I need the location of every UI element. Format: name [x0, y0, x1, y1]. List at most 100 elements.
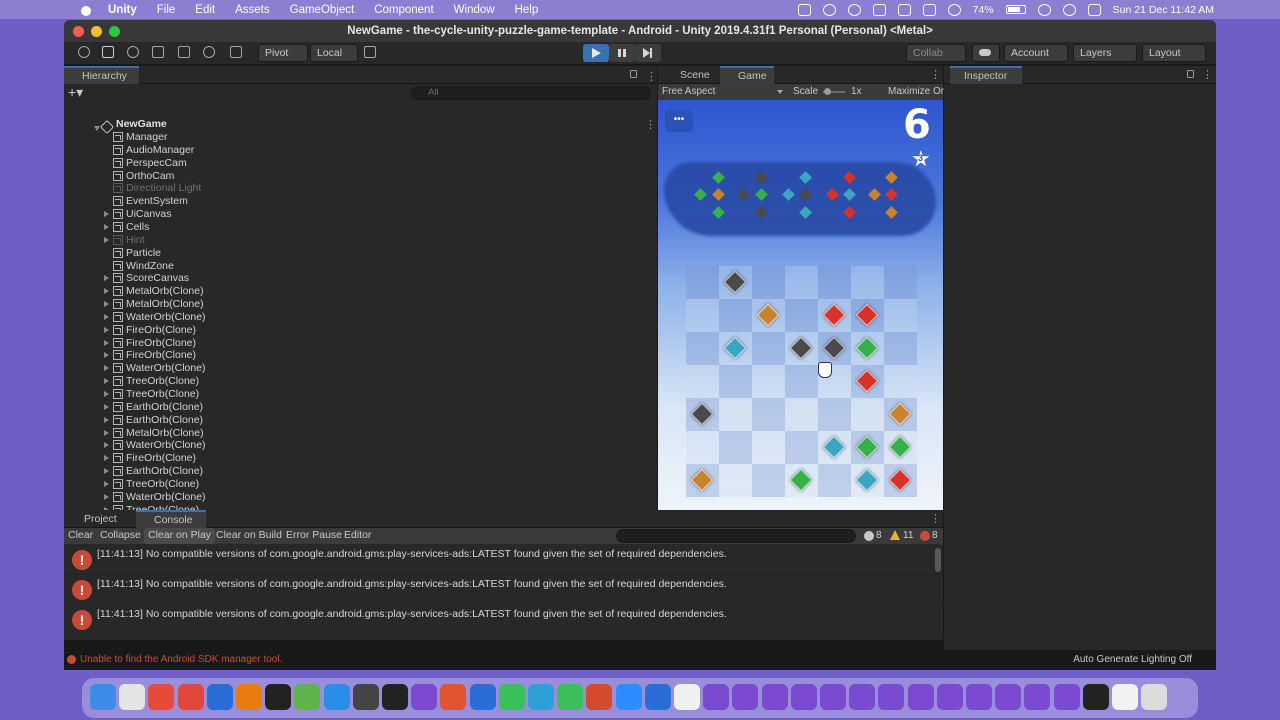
hierarchy-item[interactable]: EarthOrb(Clone)	[64, 414, 657, 427]
expand-arrow-icon[interactable]	[104, 493, 109, 500]
menu-component[interactable]: Component	[374, 4, 433, 16]
hierarchy-item[interactable]: UiCanvas	[64, 208, 657, 221]
trash-dock-icon[interactable]	[1141, 684, 1168, 710]
board-cell[interactable]	[752, 464, 785, 497]
hierarchy-item[interactable]: FireOrb(Clone)	[64, 349, 657, 362]
board-cell[interactable]	[851, 266, 884, 299]
board-cell[interactable]	[686, 266, 719, 299]
warning-count-icon[interactable]	[890, 530, 900, 540]
console-scrollbar[interactable]	[935, 548, 941, 572]
unity-hub-icon[interactable]	[822, 3, 836, 16]
visual-studio-dock-icon[interactable]	[411, 684, 438, 710]
vs-1-dock-icon[interactable]	[703, 684, 730, 710]
console-log-entry[interactable]: ! [11:41:13] No compatible versions of co…	[64, 605, 943, 635]
tab-hierarchy[interactable]: Hierarchy	[64, 66, 139, 84]
hierarchy-item[interactable]: WaterOrb(Clone)	[64, 311, 657, 324]
expand-arrow-icon[interactable]	[104, 223, 109, 230]
hierarchy-item[interactable]: FireOrb(Clone)	[64, 452, 657, 465]
move-tool-icon[interactable]	[102, 46, 114, 58]
hierarchy-item[interactable]: ScoreCanvas	[64, 272, 657, 285]
board-cell[interactable]	[719, 464, 752, 497]
cloud-button[interactable]	[972, 44, 1000, 62]
pivot-toggle[interactable]: Pivot	[258, 44, 308, 62]
hand-tool-icon[interactable]	[78, 46, 90, 58]
hierarchy-item[interactable]: OrthoCam	[64, 170, 657, 183]
expand-arrow-icon[interactable]	[104, 352, 109, 359]
board-cell[interactable]	[752, 398, 785, 431]
chrome-dock-icon[interactable]	[148, 684, 175, 710]
error-count-icon[interactable]	[920, 531, 930, 541]
menu-assets[interactable]: Assets	[235, 4, 270, 16]
vs-13-dock-icon[interactable]	[1053, 684, 1080, 710]
hierarchy-item[interactable]: TreeOrb(Clone)	[64, 375, 657, 388]
hierarchy-item[interactable]: MetalOrb(Clone)	[64, 298, 657, 311]
facetime-dock-icon[interactable]	[557, 684, 584, 710]
board-cell[interactable]	[884, 266, 917, 299]
hierarchy-item[interactable]: MetalOrb(Clone)	[64, 285, 657, 298]
console-clear-on-play-toggle[interactable]: Clear on Play	[144, 528, 216, 544]
step-button[interactable]	[635, 44, 661, 62]
expand-arrow-icon[interactable]	[104, 429, 109, 436]
account-dropdown[interactable]: Account	[1004, 44, 1068, 62]
expand-arrow-icon[interactable]	[104, 442, 109, 449]
hierarchy-item[interactable]: Particle	[64, 247, 657, 260]
expand-arrow-icon[interactable]	[104, 416, 109, 423]
scene-menu-icon[interactable]: ⋮	[645, 118, 656, 131]
expand-arrow-icon[interactable]	[104, 455, 109, 462]
console-search-input[interactable]	[616, 529, 856, 543]
hierarchy-item[interactable]: MetalOrb(Clone)	[64, 427, 657, 440]
board-cell[interactable]	[785, 365, 818, 398]
launchpad-dock-icon[interactable]	[119, 684, 146, 710]
menubar-clock[interactable]: Sun 21 Dec 11:42 AM	[1113, 4, 1214, 16]
anydesk-dock-icon[interactable]	[177, 684, 204, 710]
board-cell[interactable]	[686, 365, 719, 398]
pause-button[interactable]	[609, 44, 635, 62]
tab-project[interactable]: Project	[66, 510, 136, 528]
menu-gameobject[interactable]: GameObject	[290, 4, 355, 16]
board-cell[interactable]	[719, 365, 752, 398]
expand-arrow-icon[interactable]	[104, 211, 109, 218]
menu-app-name[interactable]: Unity	[108, 4, 137, 16]
menu-dots-button[interactable]: •••	[665, 110, 693, 132]
menu-edit[interactable]: Edit	[195, 4, 215, 16]
expand-arrow-icon[interactable]	[104, 301, 109, 308]
zoom-window-button[interactable]	[109, 26, 120, 37]
vs-6-dock-icon[interactable]	[849, 684, 876, 710]
finder-dock-icon[interactable]	[90, 684, 116, 710]
local-toggle[interactable]: Local	[310, 44, 358, 62]
expand-arrow-icon[interactable]	[104, 326, 109, 333]
play-button[interactable]	[583, 44, 609, 62]
input-source-icon[interactable]	[922, 3, 936, 16]
inspector-menu-icon[interactable]: ⋮	[1202, 68, 1213, 81]
menu-help[interactable]: Help	[515, 4, 539, 16]
vs-3-dock-icon[interactable]	[761, 684, 788, 710]
expand-arrow-icon[interactable]	[104, 378, 109, 385]
board-cell[interactable]	[884, 299, 917, 332]
vs-8-dock-icon[interactable]	[907, 684, 934, 710]
apple-icon[interactable]	[80, 3, 92, 17]
console-clear-on-build-toggle[interactable]: Clear on Build	[212, 528, 286, 544]
vs-4-dock-icon[interactable]	[790, 684, 817, 710]
console-error-pause-toggle[interactable]: Error Pause	[282, 528, 346, 544]
inspector-lock-icon[interactable]	[1187, 70, 1194, 78]
word-dock-icon[interactable]	[206, 684, 233, 710]
hierarchy-item[interactable]: PerspecCam	[64, 157, 657, 170]
console-log-entry[interactable]: ! [11:41:13] No compatible versions of co…	[64, 575, 943, 605]
add-object-button[interactable]: +▾	[68, 84, 83, 100]
vs-7-dock-icon[interactable]	[878, 684, 905, 710]
battery-icon[interactable]	[1005, 5, 1026, 14]
hierarchy-item[interactable]: TreeOrb(Clone)	[64, 478, 657, 491]
expand-arrow-icon[interactable]	[104, 275, 109, 282]
menu-window[interactable]: Window	[454, 4, 495, 16]
tab-console[interactable]: Console	[136, 510, 206, 528]
expand-arrow-icon[interactable]	[104, 313, 109, 320]
board-cell[interactable]	[752, 266, 785, 299]
hierarchy-search-input[interactable]: All	[411, 86, 651, 100]
expand-arrow-icon[interactable]	[104, 468, 109, 475]
console-collapse-button[interactable]: Collapse	[96, 528, 145, 544]
board-cell[interactable]	[785, 431, 818, 464]
board-cell[interactable]	[785, 299, 818, 332]
control-center-icon[interactable]	[1087, 3, 1101, 16]
board-cell[interactable]	[719, 299, 752, 332]
vs-9-dock-icon[interactable]	[936, 684, 963, 710]
